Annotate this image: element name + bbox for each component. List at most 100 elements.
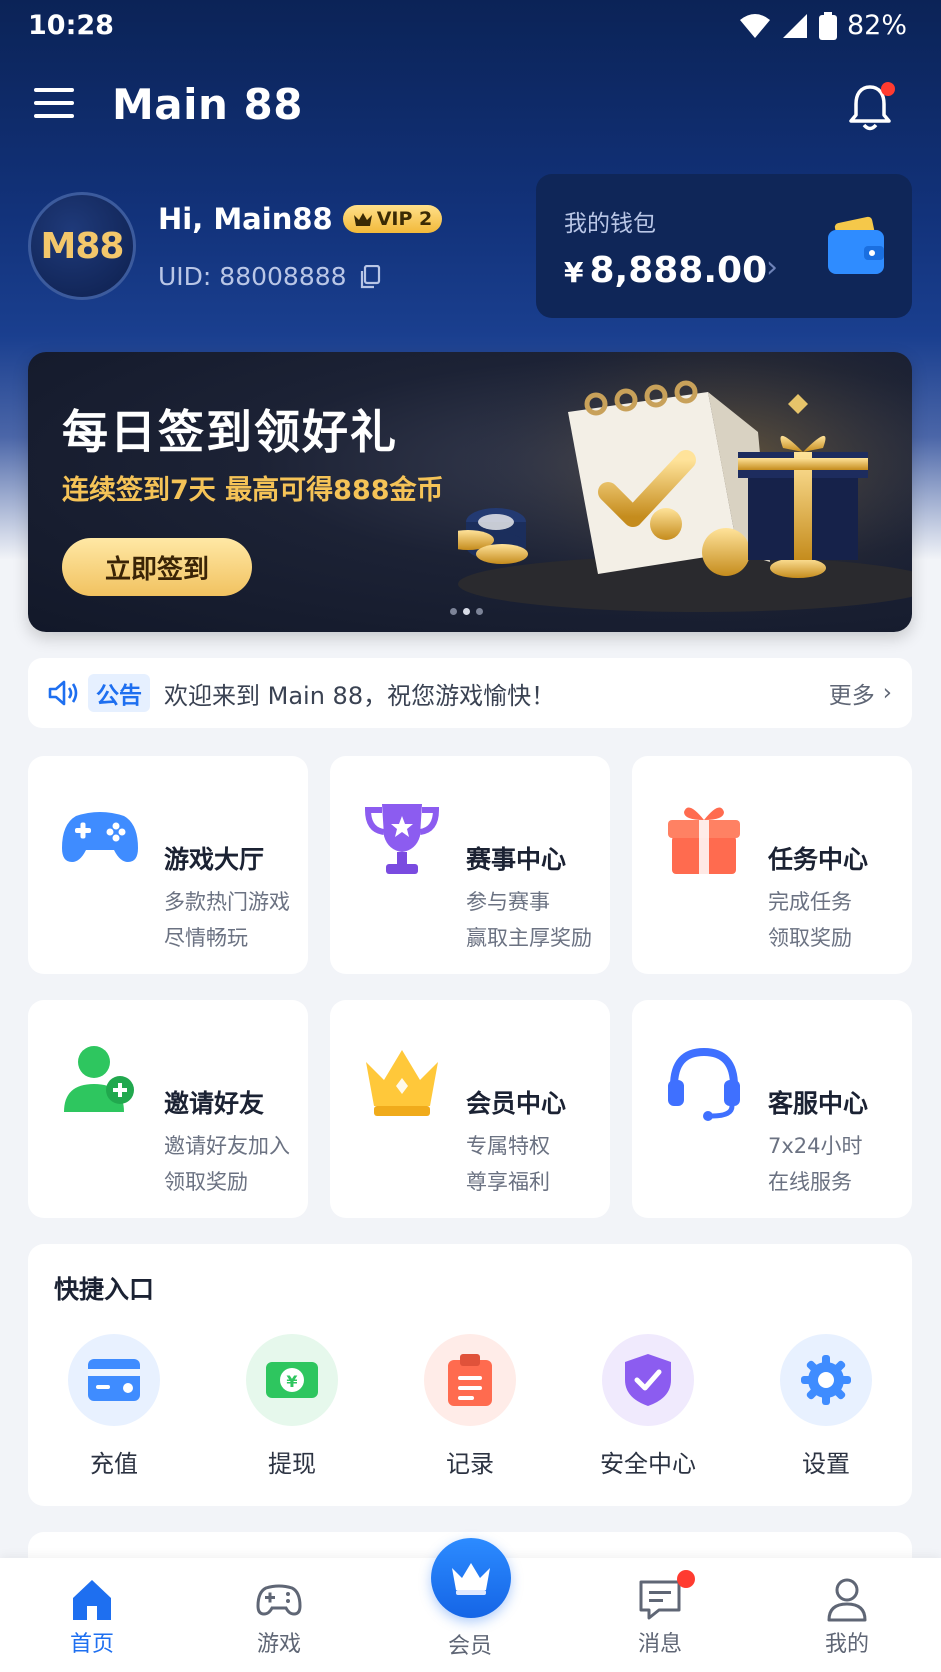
quick-item-label: 提现 [268, 1450, 316, 1478]
chevron-right-icon: › [766, 250, 778, 285]
headset-icon [668, 1047, 740, 1121]
message-badge [677, 1570, 695, 1588]
quick-item-records[interactable]: 记录 [410, 1334, 530, 1479]
quick-item-settings[interactable]: 设置 [766, 1334, 886, 1479]
quick-item-label: 充值 [90, 1450, 138, 1478]
status-bar: 10:28 82% [0, 0, 941, 54]
feature-card-events[interactable]: 赛事中心 参与赛事 赢取主厚奖励 [330, 756, 610, 974]
notification-bell-icon[interactable] [847, 82, 895, 132]
status-time: 10:28 [28, 10, 114, 41]
card-title: 会员中心 [466, 1089, 567, 1118]
signal-icon [782, 13, 807, 38]
quick-item-withdraw[interactable]: ¥ 提现 [232, 1334, 352, 1479]
card-desc: 多款热门游戏 [164, 890, 290, 914]
banner-title: 每日签到领好礼 [62, 405, 398, 459]
card-title: 赛事中心 [466, 845, 567, 874]
tab-label: 消息 [637, 1632, 682, 1657]
quick-entry-title: 快捷入口 [54, 1275, 155, 1304]
clipboard-icon [424, 1334, 516, 1426]
wallet-currency: ¥ [564, 256, 584, 289]
membership-center-button[interactable] [431, 1538, 511, 1618]
gear-icon [780, 1334, 872, 1426]
cash-icon: ¥ [246, 1334, 338, 1426]
user-invite-icon [64, 1046, 134, 1112]
message-icon [639, 1580, 681, 1620]
card-title: 任务中心 [768, 845, 869, 874]
card-desc: 7x24小时 [768, 1134, 863, 1158]
wallet-label: 我的钱包 [564, 211, 656, 237]
quick-item-security[interactable]: 安全中心 [588, 1334, 708, 1479]
tab-profile[interactable]: 我的 [782, 1558, 912, 1672]
card-desc: 参与赛事 [466, 890, 550, 914]
card-desc: 邀请好友加入 [164, 1134, 290, 1158]
chevron-right-icon: › [882, 680, 892, 706]
gamepad-icon [62, 812, 138, 862]
shield-icon [602, 1334, 694, 1426]
vip-badge: VIP 2 [342, 205, 443, 233]
tab-label: 我的 [824, 1632, 869, 1657]
wifi-icon [739, 13, 770, 38]
wallet-amount: ¥8,888.00 [564, 250, 767, 291]
wallet-balance: 8,888.00 [589, 250, 768, 291]
checkin-banner[interactable]: 每日签到领好礼 连续签到7天 最高可得888金币 立即签到 [28, 352, 912, 632]
gift-icon [668, 807, 740, 874]
uid-text: UID: 88008888 [158, 262, 347, 291]
trophy-icon [364, 804, 440, 874]
tab-home[interactable]: 首页 [27, 1558, 157, 1672]
tab-label: 会员 [447, 1634, 492, 1659]
wallet-card[interactable]: 我的钱包 ¥8,888.00 › [536, 174, 912, 318]
tab-label: 首页 [69, 1632, 114, 1657]
crown-icon [452, 1563, 490, 1595]
tab-games[interactable]: 游戏 [214, 1558, 344, 1672]
feature-card-invite[interactable]: 邀请好友 邀请好友加入 领取奖励 [28, 1000, 308, 1218]
banner-subtitle: 连续签到7天 最高可得888金币 [62, 475, 444, 506]
app-header: Main 88 [0, 70, 941, 142]
card-desc: 赢取主厚奖励 [466, 926, 592, 950]
gamepad-outline-icon [256, 1584, 302, 1616]
calendar-gift-illustration [458, 352, 912, 632]
speaker-icon [48, 680, 78, 706]
card-title: 客服中心 [768, 1089, 869, 1118]
tab-messages[interactable]: 消息 [595, 1558, 725, 1672]
quick-item-label: 记录 [446, 1450, 494, 1478]
crown-small-icon [353, 213, 372, 226]
wallet-icon [828, 216, 884, 274]
card-icon [68, 1334, 160, 1426]
banner-dot[interactable] [476, 608, 483, 615]
greeting-row: Hi, Main88 VIP 2 [158, 202, 443, 236]
card-desc: 专属特权 [466, 1134, 550, 1158]
svg-text:¥: ¥ [286, 1372, 297, 1391]
feature-card-support[interactable]: 客服中心 7x24小时 在线服务 [632, 1000, 912, 1218]
person-icon [827, 1578, 867, 1622]
home-icon [73, 1580, 111, 1620]
status-icons: 82% [739, 10, 907, 41]
avatar[interactable]: M88 [28, 192, 136, 300]
notice-more-label: 更多 [828, 683, 875, 709]
quick-item-label: 设置 [802, 1450, 850, 1478]
quick-entry-panel: 快捷入口 充值 ¥ 提现 记录 安全中心 设置 [28, 1244, 912, 1506]
banner-pagination [450, 608, 483, 615]
quick-item-label: 安全中心 [600, 1450, 696, 1478]
card-desc: 领取奖励 [164, 1170, 248, 1194]
notice-more-link[interactable]: 更多 › [829, 676, 892, 710]
battery-icon [818, 11, 837, 40]
feature-card-tasks[interactable]: 任务中心 完成任务 领取奖励 [632, 756, 912, 974]
checkin-button[interactable]: 立即签到 [62, 538, 252, 596]
banner-dot-active[interactable] [463, 608, 470, 615]
app-title: Main 88 [112, 80, 304, 129]
card-desc: 尊享福利 [466, 1170, 550, 1194]
notice-tag: 公告 [88, 674, 150, 712]
menu-icon[interactable] [34, 88, 74, 124]
uid-row: UID: 88008888 [158, 262, 381, 291]
greeting-text: Hi, Main88 [158, 202, 333, 236]
card-desc: 尽情畅玩 [164, 926, 248, 950]
banner-dot[interactable] [450, 608, 457, 615]
quick-item-recharge[interactable]: 充值 [54, 1334, 174, 1479]
copy-icon[interactable] [359, 264, 381, 289]
vip-level: VIP 2 [376, 208, 433, 230]
card-desc: 完成任务 [768, 890, 852, 914]
feature-card-game-hall[interactable]: 游戏大厅 多款热门游戏 尽情畅玩 [28, 756, 308, 974]
notice-bar[interactable]: 公告 欢迎来到 Main 88，祝您游戏愉快！ 更多 › [28, 658, 912, 728]
feature-card-membership[interactable]: 会员中心 专属特权 尊享福利 [330, 1000, 610, 1218]
crown-icon [366, 1050, 438, 1116]
